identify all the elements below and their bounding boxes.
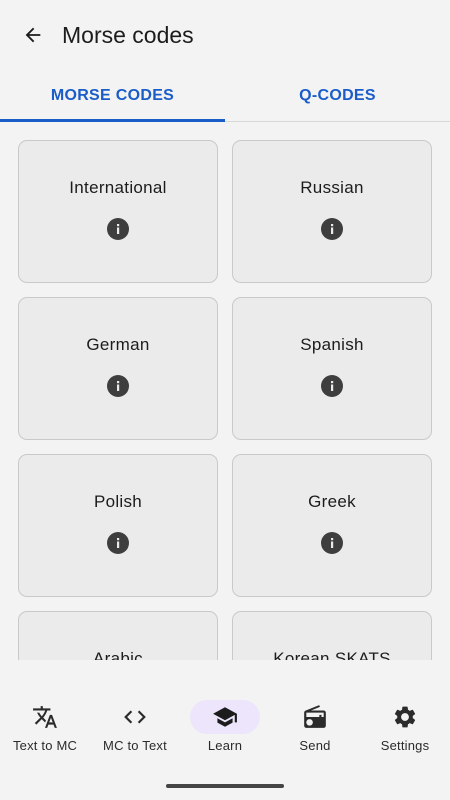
card-label: Korean SKATS [273,648,391,661]
info-icon[interactable] [107,217,129,240]
home-indicator[interactable] [166,784,284,788]
card-polish[interactable]: Polish [18,454,218,597]
card-label: Arabic [93,648,143,661]
nav-item-text-to-mc[interactable]: Text to MC [0,687,90,767]
bottom-navigation: Text to MC MC to Text Learn Send Setting… [0,687,450,800]
info-icon[interactable] [321,374,343,397]
card-spanish[interactable]: Spanish [232,297,432,440]
school-icon [213,707,237,727]
tab-bar: MORSE CODES Q-CODES [0,70,450,122]
tab-morse-codes[interactable]: MORSE CODES [0,70,225,122]
back-button[interactable] [18,20,48,50]
info-glyph [117,223,120,234]
translate-icon [33,706,57,728]
morse-code-grid: International Russian German Spanish Pol… [18,140,432,660]
radio-icon [304,705,326,728]
nav-label: Settings [380,738,430,753]
info-icon[interactable] [321,217,343,240]
info-glyph [117,537,120,548]
nav-label: Text to MC [12,738,78,753]
nav-item-mc-to-text[interactable]: MC to Text [90,687,180,767]
info-icon[interactable] [107,374,129,397]
card-russian[interactable]: Russian [232,140,432,283]
content-area: International Russian German Spanish Pol… [0,123,450,660]
card-arabic[interactable]: Arabic [18,611,218,660]
app-bar: Morse codes [0,0,450,70]
card-label: Greek [308,491,356,511]
arrow-back-icon [25,27,41,43]
nav-label: Send [299,738,331,753]
card-korean-skats[interactable]: Korean SKATS [232,611,432,660]
info-glyph [117,380,120,391]
card-greek[interactable]: Greek [232,454,432,597]
page-title: Morse codes [62,21,194,48]
card-german[interactable]: German [18,297,218,440]
info-glyph [331,537,334,548]
nav-item-learn[interactable]: Learn [180,687,270,767]
nav-item-send[interactable]: Send [270,687,360,767]
info-icon[interactable] [107,531,129,554]
info-glyph [331,380,334,391]
nav-label: Learn [207,738,243,753]
card-international[interactable]: International [18,140,218,283]
nav-label: MC to Text [103,738,167,753]
card-label: Spanish [300,334,364,354]
nav-item-settings[interactable]: Settings [360,687,450,767]
card-label: Polish [93,491,143,511]
tab-q-codes[interactable]: Q-CODES [225,70,450,121]
card-label: Russian [300,177,364,197]
info-glyph [331,223,334,234]
card-label: International [69,177,167,197]
info-icon[interactable] [321,531,343,554]
gear-icon [394,706,416,728]
code-icon [124,710,146,724]
card-label: German [86,334,150,354]
